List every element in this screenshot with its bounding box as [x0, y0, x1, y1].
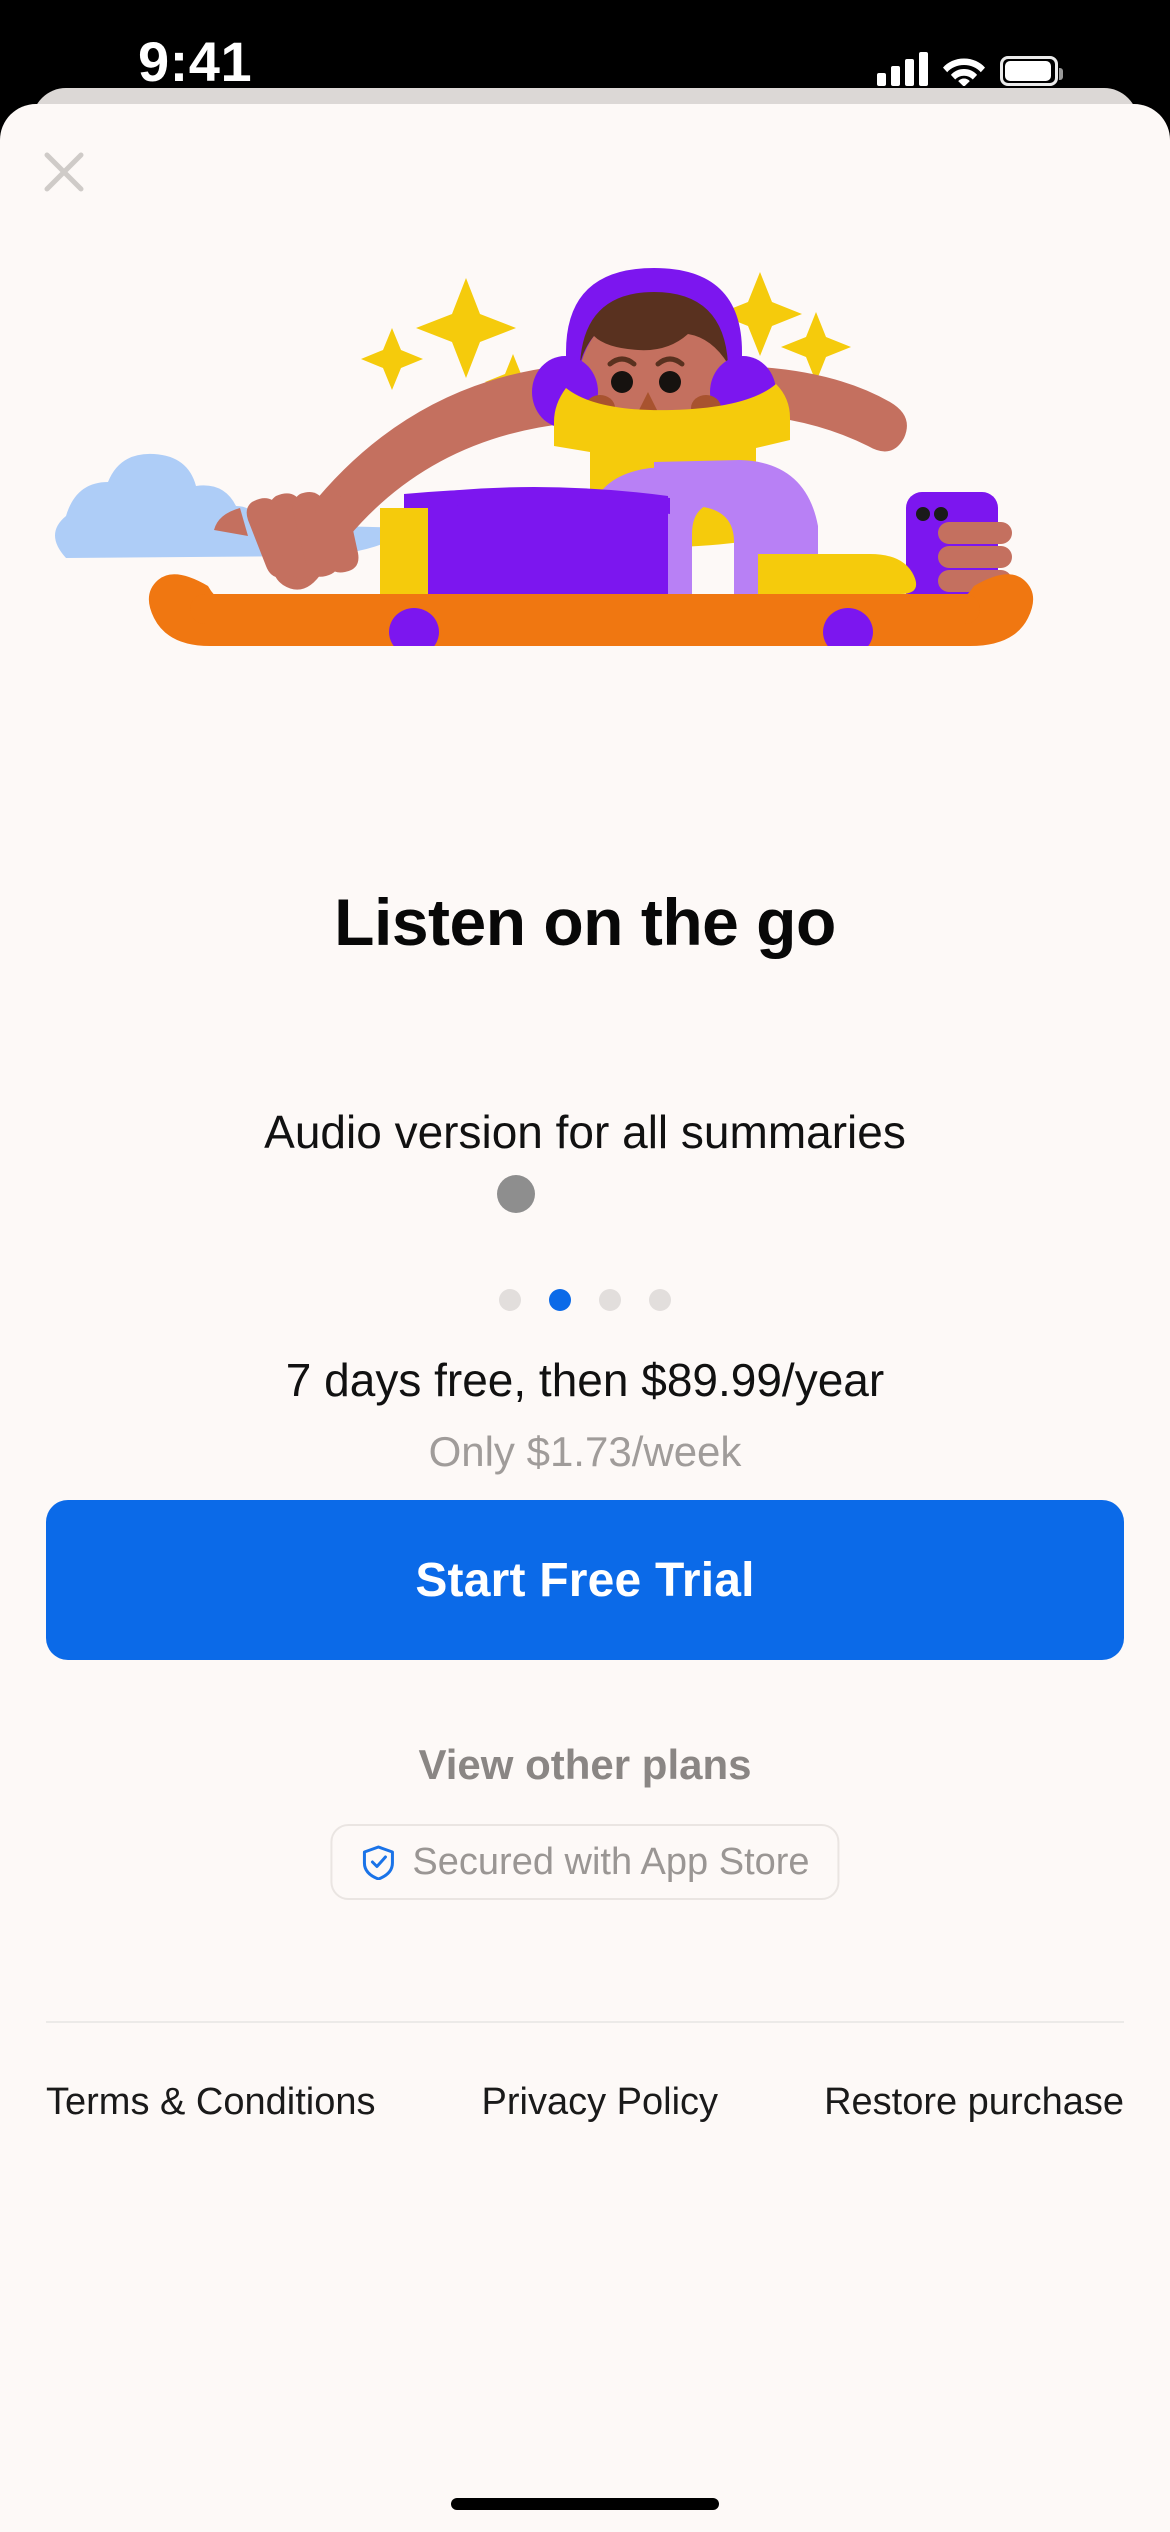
phone-screen: 9:41 Listen on the go Audio version for … [0, 0, 1170, 2532]
carousel-dot-4[interactable] [649, 1289, 671, 1311]
person-skateboarding-with-headphones-illustration [0, 116, 1170, 646]
battery-icon [1000, 56, 1063, 86]
carousel-page-indicator[interactable] [0, 1289, 1170, 1311]
page-subtitle: Audio version for all summaries [264, 1106, 906, 1158]
home-indicator[interactable] [451, 2498, 719, 2510]
status-bar: 9:41 [0, 0, 1170, 140]
restore-purchase-link[interactable]: Restore purchase [824, 2079, 1124, 2125]
page-title: Listen on the go [334, 885, 836, 959]
secured-with-app-store-badge: Secured with App Store [330, 1824, 840, 1900]
view-other-plans-link[interactable]: View other plans [0, 1739, 1170, 1791]
carousel-dot-1[interactable] [499, 1289, 521, 1311]
price-secondary-label: Only $1.73/week [428, 1428, 742, 1475]
start-free-trial-button[interactable]: Start Free Trial [46, 1500, 1124, 1660]
wifi-icon [942, 52, 986, 86]
shield-check-icon [360, 1844, 396, 1880]
secured-badge-label: Secured with App Store [412, 1841, 810, 1883]
footer-divider [46, 2021, 1124, 2023]
carousel-dot-2[interactable] [549, 1289, 571, 1311]
status-bar-indicators [877, 38, 1063, 86]
paywall-sheet: Listen on the go Audio version for all s… [0, 104, 1170, 2532]
terms-and-conditions-link[interactable]: Terms & Conditions [46, 2079, 375, 2125]
footer-links: Terms & Conditions Privacy Policy Restor… [46, 2079, 1124, 2125]
price-primary-label: 7 days free, then $89.99/year [285, 1354, 885, 1406]
privacy-policy-link[interactable]: Privacy Policy [482, 2079, 719, 2125]
cellular-bars-icon [877, 50, 928, 86]
decorative-dot [497, 1175, 535, 1213]
status-bar-time: 9:41 [138, 30, 253, 93]
carousel-dot-3[interactable] [599, 1289, 621, 1311]
